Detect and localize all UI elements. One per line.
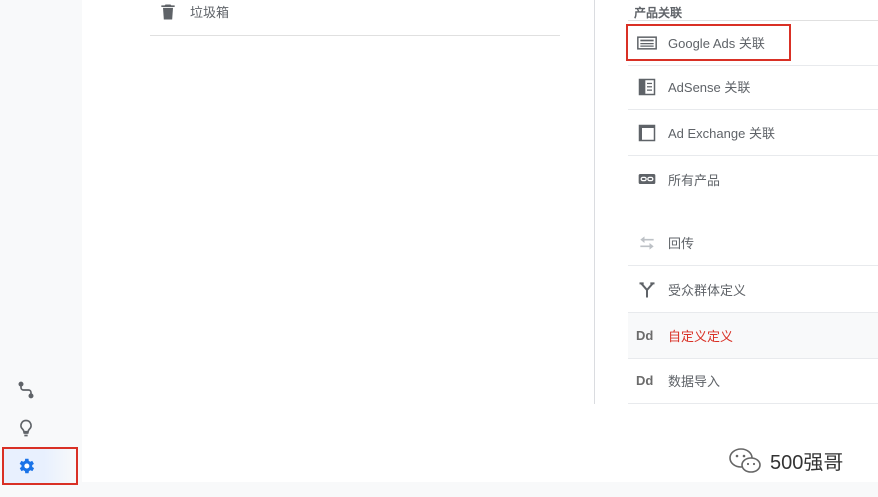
fork-icon [636, 279, 658, 301]
left-nav-rail [0, 0, 82, 497]
menu-item-label: 自定义定义 [668, 329, 734, 344]
gear-icon[interactable] [12, 452, 40, 480]
menu-item-postback[interactable]: 回传 [628, 220, 878, 266]
product-linking-title: 产品关联 [634, 6, 683, 20]
watermark: 500强哥 [728, 446, 843, 475]
dd-glyph: Dd [636, 328, 654, 343]
annotation-box-google-ads [626, 24, 791, 61]
bottom-band [82, 482, 878, 497]
dd-glyph: Dd [636, 373, 654, 388]
menu-item-label: 受众群体定义 [668, 283, 747, 298]
trash-label: 垃圾箱 [190, 5, 230, 20]
menu-item-custom-definitions[interactable]: Dd 自定义定义 [628, 313, 878, 359]
column-divider [594, 0, 595, 404]
watermark-text: 500强哥 [770, 452, 844, 474]
menu-item-data-import[interactable]: Dd 数据导入 [628, 358, 878, 404]
trash-row[interactable]: 垃圾箱 [150, 0, 560, 36]
adsense-icon [636, 76, 658, 98]
menu-item-label: Ad Exchange 关联 [668, 126, 775, 141]
postback-icon [636, 232, 658, 254]
route-icon[interactable] [12, 376, 40, 404]
menu-item-audience-definitions[interactable]: 受众群体定义 [628, 267, 878, 313]
menu-item-adsense[interactable]: AdSense 关联 [628, 64, 878, 110]
menu-item-label: 所有产品 [668, 172, 721, 188]
lightbulb-icon[interactable] [12, 414, 40, 442]
menu-item-ad-exchange[interactable]: Ad Exchange 关联 [628, 110, 878, 156]
menu-item-label: AdSense 关联 [668, 80, 751, 95]
menu-item-label: 数据导入 [668, 374, 721, 389]
dd-icon: Dd [636, 325, 658, 347]
trash-icon [158, 2, 178, 22]
dd-icon: Dd [636, 370, 658, 392]
menu-item-label: 回传 [668, 236, 695, 251]
menu-item-all-products[interactable]: 所有产品 [628, 156, 878, 202]
link-icon [636, 168, 658, 190]
wechat-icon [729, 447, 761, 473]
ad-exchange-icon [636, 122, 658, 144]
